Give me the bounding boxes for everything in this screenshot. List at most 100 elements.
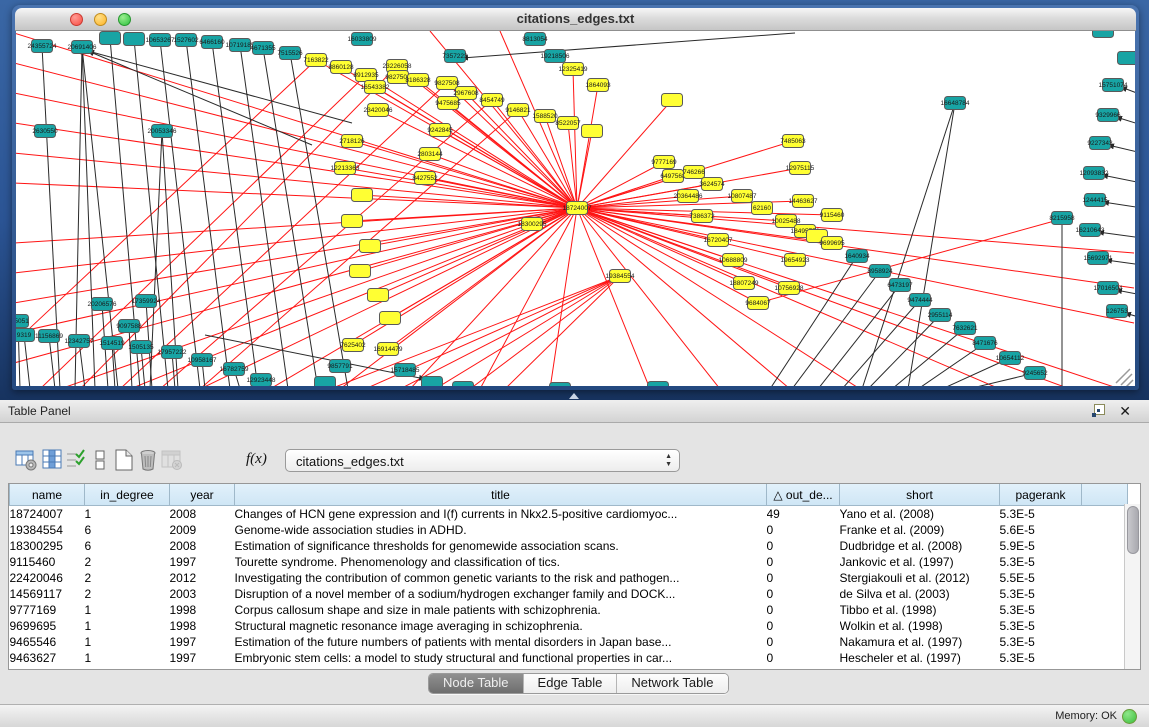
graph-node[interactable]: 1244415 [1082,194,1108,207]
graph-node[interactable]: 6473197 [887,279,913,292]
graph-node[interactable] [648,382,669,387]
memory-ok-icon[interactable] [1122,709,1137,724]
table-cell[interactable]: Embryonic stem cells: a model to study s… [235,650,767,666]
table-cell[interactable]: 1997 [170,634,235,650]
graph-node[interactable]: 15751074 [1099,79,1128,92]
table-cell[interactable]: Genome-wide association studies in ADHD. [235,522,767,538]
table-row[interactable]: 1938455462009Genome-wide association stu… [10,522,1128,538]
graph-node[interactable]: 17957222 [158,346,187,359]
citation-edge-red[interactable] [577,208,795,260]
new-table-button[interactable] [112,448,136,472]
graph-node[interactable]: 6466160 [199,36,225,49]
citation-edge-red[interactable] [16,63,577,208]
citation-edge-red[interactable] [577,208,1000,386]
table-cell[interactable]: 1998 [170,618,235,634]
graph-node[interactable]: 16543382 [361,81,390,94]
graph-node[interactable] [360,240,381,253]
table-cell[interactable]: 2003 [170,586,235,602]
show-column-button[interactable] [41,448,65,472]
table-cell[interactable]: 6 [85,538,170,554]
graph-node[interactable]: 10958167 [188,354,217,367]
table-cell[interactable]: Yano et al. (2008) [840,506,1000,523]
table-row[interactable]: 911546021997Tourette syndrome. Phenomeno… [10,554,1128,570]
table-cell[interactable]: 2 [85,586,170,602]
table-vertical-scrollbar[interactable] [1124,504,1140,669]
graph-node[interactable]: 16914479 [374,343,403,356]
graph-node[interactable]: 8522057 [555,117,581,130]
table-cell[interactable]: 6 [85,522,170,538]
graph-node[interactable]: 9329966 [1095,109,1121,122]
tab-node-table[interactable]: Node Table [429,674,524,693]
graph-node[interactable]: 9245652 [1022,367,1048,380]
table-cell[interactable]: Estimation of the future numbers of pati… [235,634,767,650]
citation-edge-black[interactable] [770,256,857,386]
table-cell[interactable]: 9777169 [10,602,85,618]
citation-edge-red[interactable] [577,131,592,208]
table-cell[interactable]: Structural magnetic resonance image aver… [235,618,767,634]
graph-node[interactable]: 9684067 [745,297,771,310]
graph-node[interactable]: 9474444 [907,294,933,307]
graph-node[interactable]: 7163822 [303,54,329,67]
graph-node[interactable] [662,94,683,107]
citation-edge-black[interactable] [862,103,955,386]
graph-node[interactable]: 20691406 [68,41,97,54]
table-cell[interactable]: Corpus callosum shape and size in male p… [235,602,767,618]
table-cell[interactable]: 0 [767,618,840,634]
graph-node[interactable]: 12975115 [786,162,815,175]
table-settings-button[interactable] [14,448,38,472]
graph-node[interactable]: 1864093 [585,79,611,92]
column-header-title[interactable]: title [235,484,767,506]
graph-node[interactable]: 4671355 [250,42,276,55]
citation-edge-black[interactable] [918,343,985,386]
graph-node[interactable]: 24355724 [28,40,57,53]
column-header-name[interactable]: name [10,484,85,506]
graph-node[interactable]: 746266 [683,166,705,179]
graph-node[interactable]: 1640934 [844,250,870,263]
table-cell[interactable]: 5.6E-5 [1000,522,1082,538]
table-cell[interactable]: 0 [767,538,840,554]
graph-node[interactable]: 7386372 [689,210,715,223]
graph-node[interactable]: 18300295 [518,218,547,231]
table-cell[interactable]: 9115460 [10,554,85,570]
graph-node[interactable]: 10807487 [728,190,757,203]
citation-edge-red[interactable] [470,276,620,386]
graph-node[interactable] [100,32,121,45]
graph-node[interactable]: 1527602 [173,34,199,47]
table-row[interactable]: 946554611997Estimation of the future num… [10,634,1128,650]
graph-node[interactable]: 16033809 [348,33,377,46]
graph-node[interactable]: 18724007 [563,202,592,215]
citation-edge-red[interactable] [270,208,577,386]
graph-node[interactable]: 2718126 [339,135,365,148]
graph-node[interactable] [1118,52,1136,65]
table-cell[interactable]: 18724007 [10,506,85,523]
tab-edge-table[interactable]: Edge Table [524,674,618,693]
column-header-out-degree[interactable]: △ out_de... [767,484,840,506]
citation-edge-red[interactable] [16,93,577,208]
delete-column-trash-button[interactable] [136,448,160,472]
table-row[interactable]: 1456911722003Disruption of a novel membe… [10,586,1128,602]
table-cell[interactable]: 2008 [170,538,235,554]
table-cell[interactable]: 0 [767,602,840,618]
table-cell[interactable]: 1997 [170,554,235,570]
table-cell[interactable]: Franke et al. (2009) [840,522,1000,538]
network-canvas[interactable]: 1872400718300295193845547163822886012889… [16,31,1135,386]
table-cell[interactable]: Tibbo et al. (1998) [840,602,1000,618]
table-cell[interactable]: Hescheler et al. (1997) [840,650,1000,666]
table-cell[interactable]: 2009 [170,522,235,538]
graph-node[interactable] [368,289,389,302]
graph-node[interactable]: 8860128 [328,61,354,74]
table-cell[interactable]: 1 [85,602,170,618]
citation-edge-red[interactable] [16,153,577,208]
graph-node[interactable] [453,382,474,387]
graph-node[interactable]: 23420046 [364,104,393,117]
table-cell[interactable]: 5.3E-5 [1000,618,1082,634]
graph-node[interactable]: 20364486 [674,190,703,203]
graph-node[interactable]: 10653267 [146,34,175,47]
graph-node[interactable]: 1514519 [99,337,125,350]
select-all-rows-button[interactable] [64,448,88,472]
graph-node[interactable]: 19654923 [781,254,810,267]
graph-node[interactable] [352,189,373,202]
table-cell[interactable]: 5.3E-5 [1000,650,1082,666]
window-titlebar[interactable]: citations_edges.txt [15,8,1136,31]
table-row[interactable]: 2242004622012Investigating the contribut… [10,570,1128,586]
